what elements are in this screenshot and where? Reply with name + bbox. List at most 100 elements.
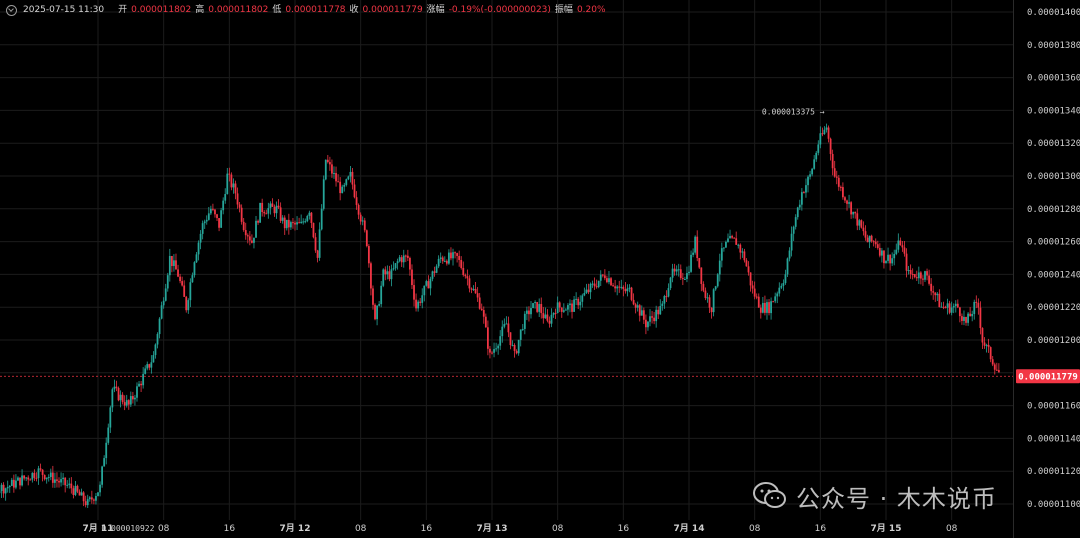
candle-body: [653, 317, 656, 322]
candle-body: [753, 288, 756, 297]
candle-body: [240, 207, 243, 222]
candle-body: [177, 269, 179, 277]
candle-body: [671, 268, 674, 278]
high-value: 0.000011802: [208, 5, 269, 15]
candle-body: [257, 220, 259, 223]
candle-body: [472, 288, 475, 290]
x-tick-label: 08: [355, 524, 367, 534]
candle-body: [382, 269, 385, 286]
candle-body: [404, 255, 407, 257]
candle-body: [597, 280, 600, 287]
candle-body: [99, 484, 101, 493]
candle-body: [827, 127, 830, 139]
x-axis: 7月 11 08 16 7月 12 08 16 7月 13 08 16 7月 14 08 16 7月 1…: [83, 523, 958, 534]
candle-body: [495, 348, 498, 350]
candle-body: [62, 477, 65, 480]
candlestick-chart[interactable]: 0.000013375 →← 0.000010922 0.00001400000…: [0, 0, 1080, 538]
candle-body: [764, 302, 766, 313]
candle-body: [788, 250, 791, 259]
candle-body: [749, 272, 752, 286]
candle-body: [179, 276, 181, 282]
candle-body: [4, 488, 7, 494]
candle-body: [694, 236, 697, 253]
candle-body: [585, 289, 588, 293]
candle-body: [636, 305, 639, 308]
candle-body: [606, 278, 608, 283]
candle-body: [587, 289, 590, 293]
candle-body: [259, 202, 262, 223]
candle-body: [895, 249, 898, 254]
candle-body: [710, 307, 713, 313]
candle-body: [856, 213, 859, 226]
candle-body: [868, 235, 871, 243]
candle-body: [589, 283, 592, 293]
candle-body: [445, 260, 448, 264]
candle-body: [92, 499, 95, 501]
candle-body: [948, 303, 951, 313]
candle-body: [673, 268, 676, 272]
candle-body: [885, 260, 887, 264]
candle-body: [90, 497, 93, 500]
collapse-icon[interactable]: [6, 4, 17, 16]
candle-body: [45, 477, 48, 480]
candle-body: [484, 316, 487, 328]
candle-body: [166, 275, 169, 289]
candle-body: [306, 215, 309, 222]
x-tick-label: 16: [224, 524, 236, 534]
candle-body: [125, 400, 128, 406]
candle-body: [80, 492, 83, 496]
candle-body: [564, 309, 567, 311]
open-value: 0.000011802: [131, 5, 192, 15]
candle-body: [743, 251, 746, 261]
x-tick-label: 7月 12: [280, 523, 311, 534]
candle-body: [437, 258, 440, 267]
candle-body: [127, 400, 130, 405]
candle-body: [954, 303, 957, 307]
candle-body: [279, 207, 282, 221]
candle-body: [846, 200, 848, 204]
candle-body: [148, 364, 151, 368]
candle-body: [934, 292, 937, 296]
candle-body: [583, 292, 586, 296]
candle-body: [234, 183, 237, 194]
candle-body: [409, 257, 411, 270]
candle-body: [170, 255, 173, 267]
candle-body: [536, 302, 539, 312]
candle-body: [140, 383, 142, 386]
candle-body: [979, 307, 982, 329]
candle-body: [480, 308, 483, 311]
candle-body: [107, 427, 110, 443]
candle-body: [796, 207, 799, 218]
candle-body: [550, 314, 553, 324]
candle-body: [540, 304, 543, 314]
candle-body: [478, 297, 481, 309]
candle-body: [657, 309, 660, 315]
candle-body: [265, 213, 268, 215]
candle-body: [681, 278, 684, 280]
candle-body: [121, 394, 124, 403]
candle-body: [244, 230, 247, 236]
candle-body: [150, 362, 153, 368]
header-date: 2025-07-15 11:30: [23, 5, 105, 15]
candle-body: [581, 295, 584, 302]
candle-body: [54, 479, 56, 483]
candle-body: [248, 236, 251, 241]
candle-body: [733, 237, 736, 239]
candle-body: [349, 171, 352, 177]
candle-body: [975, 301, 978, 303]
y-tick-label: 0.0000114000: [1027, 434, 1080, 444]
candle-body: [131, 396, 134, 400]
candle-body: [870, 235, 873, 242]
candle-body: [181, 281, 184, 286]
candle-body: [35, 477, 38, 479]
candle-body: [638, 305, 641, 316]
candle-body: [236, 193, 239, 205]
candle-body: [727, 238, 729, 242]
candle-body: [722, 247, 725, 249]
candle-body: [224, 194, 227, 201]
candle-body: [747, 266, 750, 273]
candle-body: [571, 303, 573, 312]
candle-body: [883, 250, 885, 264]
candle-body: [324, 159, 327, 180]
candle-body: [41, 469, 44, 475]
